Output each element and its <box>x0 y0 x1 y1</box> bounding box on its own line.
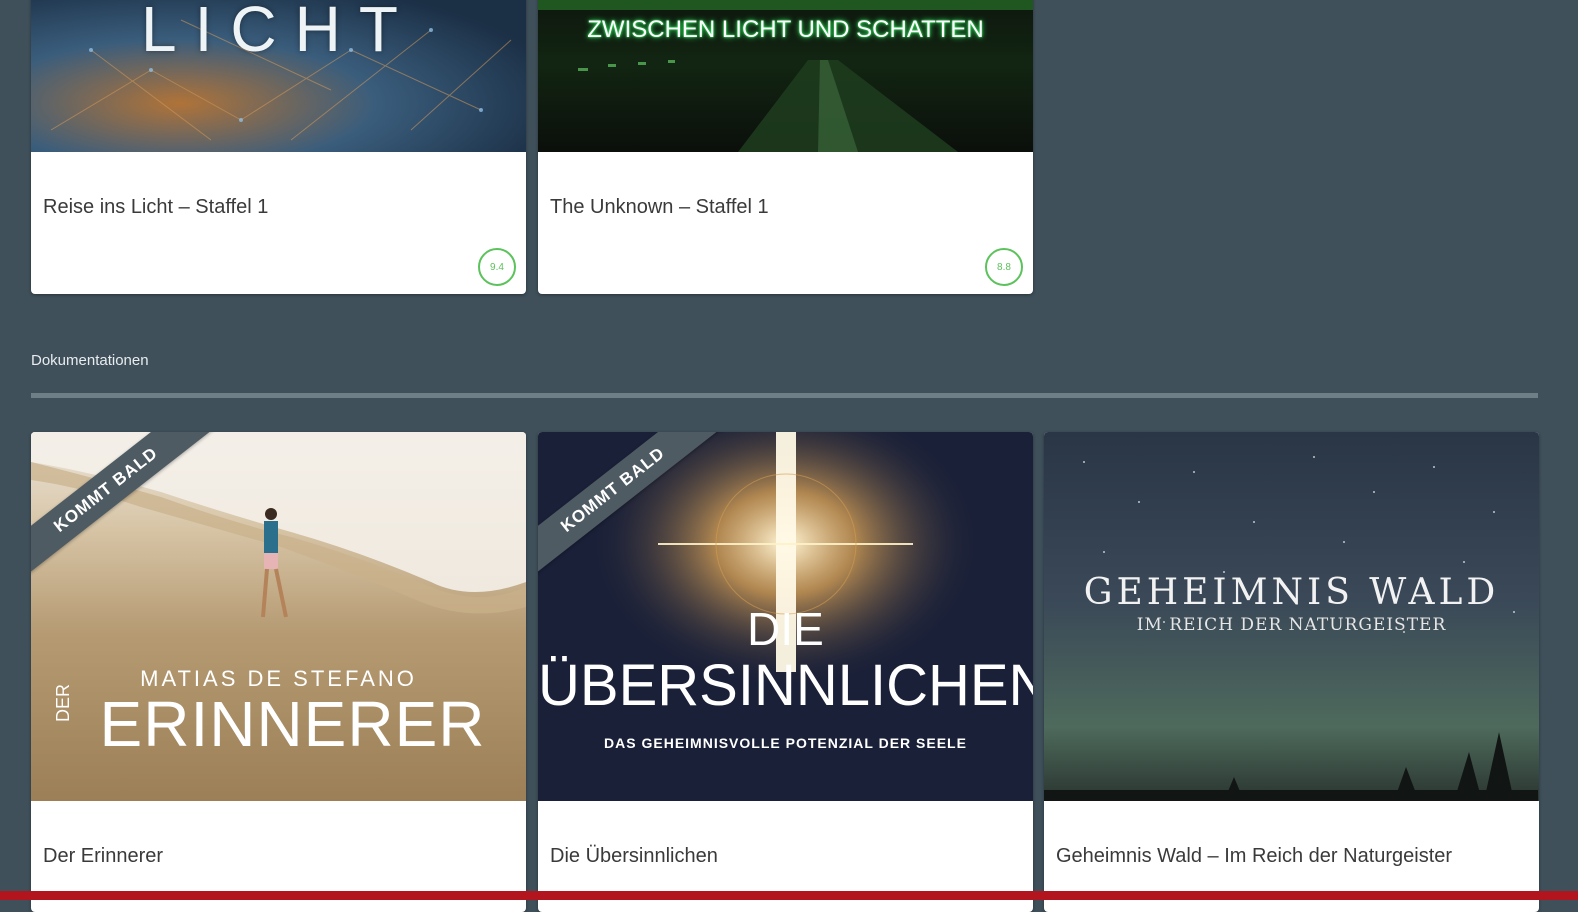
series-card-the-unknown[interactable]: ZWISCHEN LICHT UND SCHATTEN The Unknown … <box>538 0 1033 294</box>
card-title[interactable]: Die Übersinnlichen <box>550 842 973 870</box>
card-title[interactable]: Reise ins Licht – Staffel 1 <box>43 193 466 221</box>
rating-circle-icon: 8.8 <box>985 248 1023 286</box>
card-title[interactable]: Der Erinnerer <box>43 842 466 870</box>
poster-subtitle: DAS GEHEIMNISVOLLE POTENZIAL DER SEELE <box>604 735 967 751</box>
card-title[interactable]: The Unknown – Staffel 1 <box>550 193 973 221</box>
poster-line-1: DIE <box>747 603 824 655</box>
card-title[interactable]: Geheimnis Wald – Im Reich der Naturgeist… <box>1056 842 1479 870</box>
poster-the-unknown[interactable]: ZWISCHEN LICHT UND SCHATTEN <box>538 0 1033 152</box>
poster-subtitle: IM REICH DER NATURGEISTER <box>1136 615 1447 635</box>
doc-card-der-erinnerer[interactable]: MATIAS DE STEFANO DER ERINNERER KOMMT BA… <box>31 432 526 912</box>
bottom-accent-bar <box>0 891 1578 900</box>
poster-subtitle-text: ZWISCHEN LICHT UND SCHATTEN <box>587 16 984 43</box>
poster-reise-ins-licht[interactable]: LICHT <box>31 0 526 152</box>
poster-title: GEHEIMNIS WALD <box>1083 572 1500 613</box>
poster-line-2: ÜBERSINNLICHEN <box>538 653 1033 718</box>
poster-title-text: LICHT <box>141 0 416 65</box>
series-card-reise-ins-licht[interactable]: LICHT Reise ins Licht – Staffel 1 9.4 <box>31 0 526 294</box>
doc-card-geheimnis-wald[interactable]: GEHEIMNIS WALD IM REICH DER NATURGEISTER… <box>1044 432 1539 912</box>
section-title: Dokumentationen <box>31 352 149 369</box>
rating-circle-icon: 9.4 <box>478 248 516 286</box>
poster-title: ERINNERER <box>99 688 486 760</box>
poster-geheimnis-wald[interactable]: GEHEIMNIS WALD IM REICH DER NATURGEISTER <box>1044 432 1539 801</box>
section-divider <box>31 393 1538 398</box>
doc-card-die-uebersinnlichen[interactable]: DIE ÜBERSINNLICHEN DAS GEHEIMNISVOLLE PO… <box>538 432 1033 912</box>
